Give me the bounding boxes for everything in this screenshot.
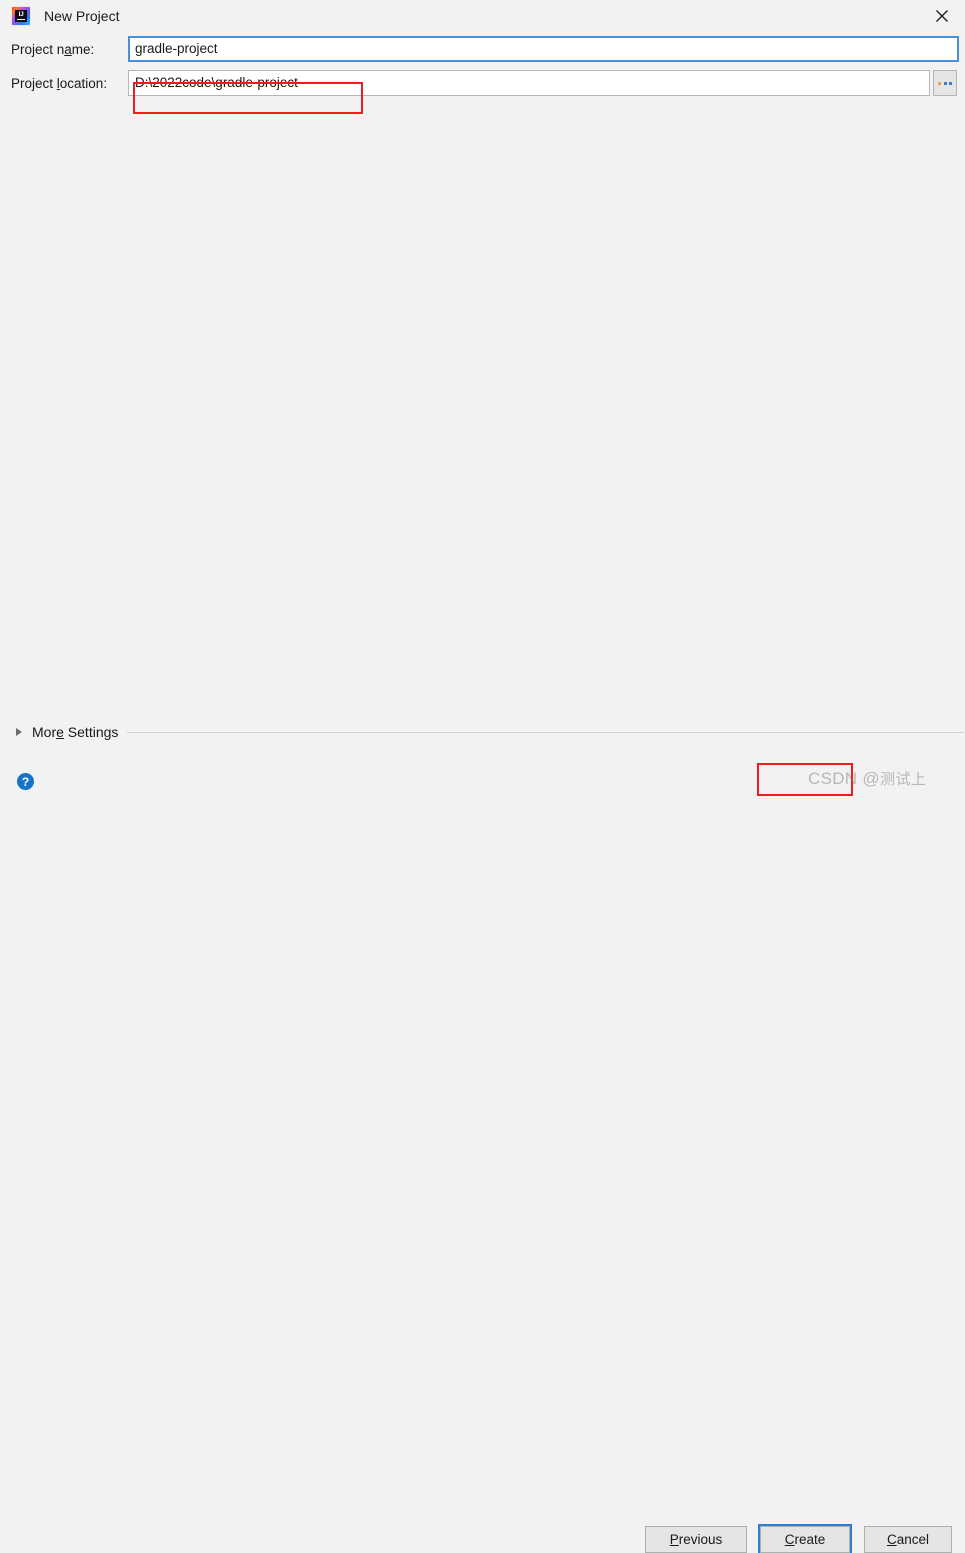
previous-button-mnemonic: P [669,1532,679,1547]
close-button[interactable] [919,0,965,32]
cancel-button-mnemonic: C [886,1532,897,1547]
project-location-row: Project location: D:\2022code\gradle-pro… [0,66,965,100]
previous-button[interactable]: Previous [645,1526,747,1553]
project-location-input[interactable]: D:\2022code\gradle-project [128,70,930,96]
project-location-label: Project location: [0,76,128,91]
more-settings-divider [127,731,964,733]
browse-location-button[interactable] [933,70,957,96]
project-name-input[interactable]: gradle-project [128,36,959,62]
project-location-label-post: ocation: [59,75,108,91]
cancel-button[interactable]: Cancel [864,1526,952,1553]
create-button-mnemonic: C [784,1532,795,1547]
project-name-label-pre: Project n [11,41,65,57]
project-name-label-mnemonic: a [64,41,72,57]
more-settings-label-post: Settings [63,724,119,740]
create-button[interactable]: Create [760,1526,850,1553]
app-icon-label: IJ [18,10,24,18]
project-name-value: gradle-project [135,41,218,56]
create-button-post: reate [794,1532,826,1547]
title-bar: IJ New Project [0,0,965,32]
project-name-row: Project name: gradle-project [0,32,965,66]
triangle-right-icon[interactable] [16,728,22,736]
project-name-label: Project name: [0,42,128,57]
help-question-icon[interactable]: ? [17,773,34,790]
close-icon [936,10,948,22]
cancel-button-post: ancel [896,1532,930,1547]
ellipsis-icon-dot-1 [938,81,941,85]
more-settings-label-mnemonic: e [56,724,64,740]
project-location-value: D:\2022code\gradle-project [135,75,298,90]
more-settings-label[interactable]: More Settings [32,724,118,740]
ellipsis-icon-dot-2 [943,81,947,85]
app-icon-inner: IJ [15,10,27,22]
intellij-idea-icon: IJ [12,7,30,25]
more-settings-section[interactable]: More Settings [0,718,965,746]
project-location-label-pre: Project [11,75,57,91]
more-settings-label-pre: Mor [32,724,57,740]
dialog-footer: ? Previous Create Cancel [0,760,965,1553]
window-title: New Project [44,8,120,24]
project-name-label-post: me: [71,41,95,57]
app-icon-bar [17,18,25,21]
previous-button-post: revious [678,1532,723,1547]
project-form: Project name: gradle-project Project loc… [0,32,965,100]
ellipsis-icon-dot-3 [949,81,952,85]
